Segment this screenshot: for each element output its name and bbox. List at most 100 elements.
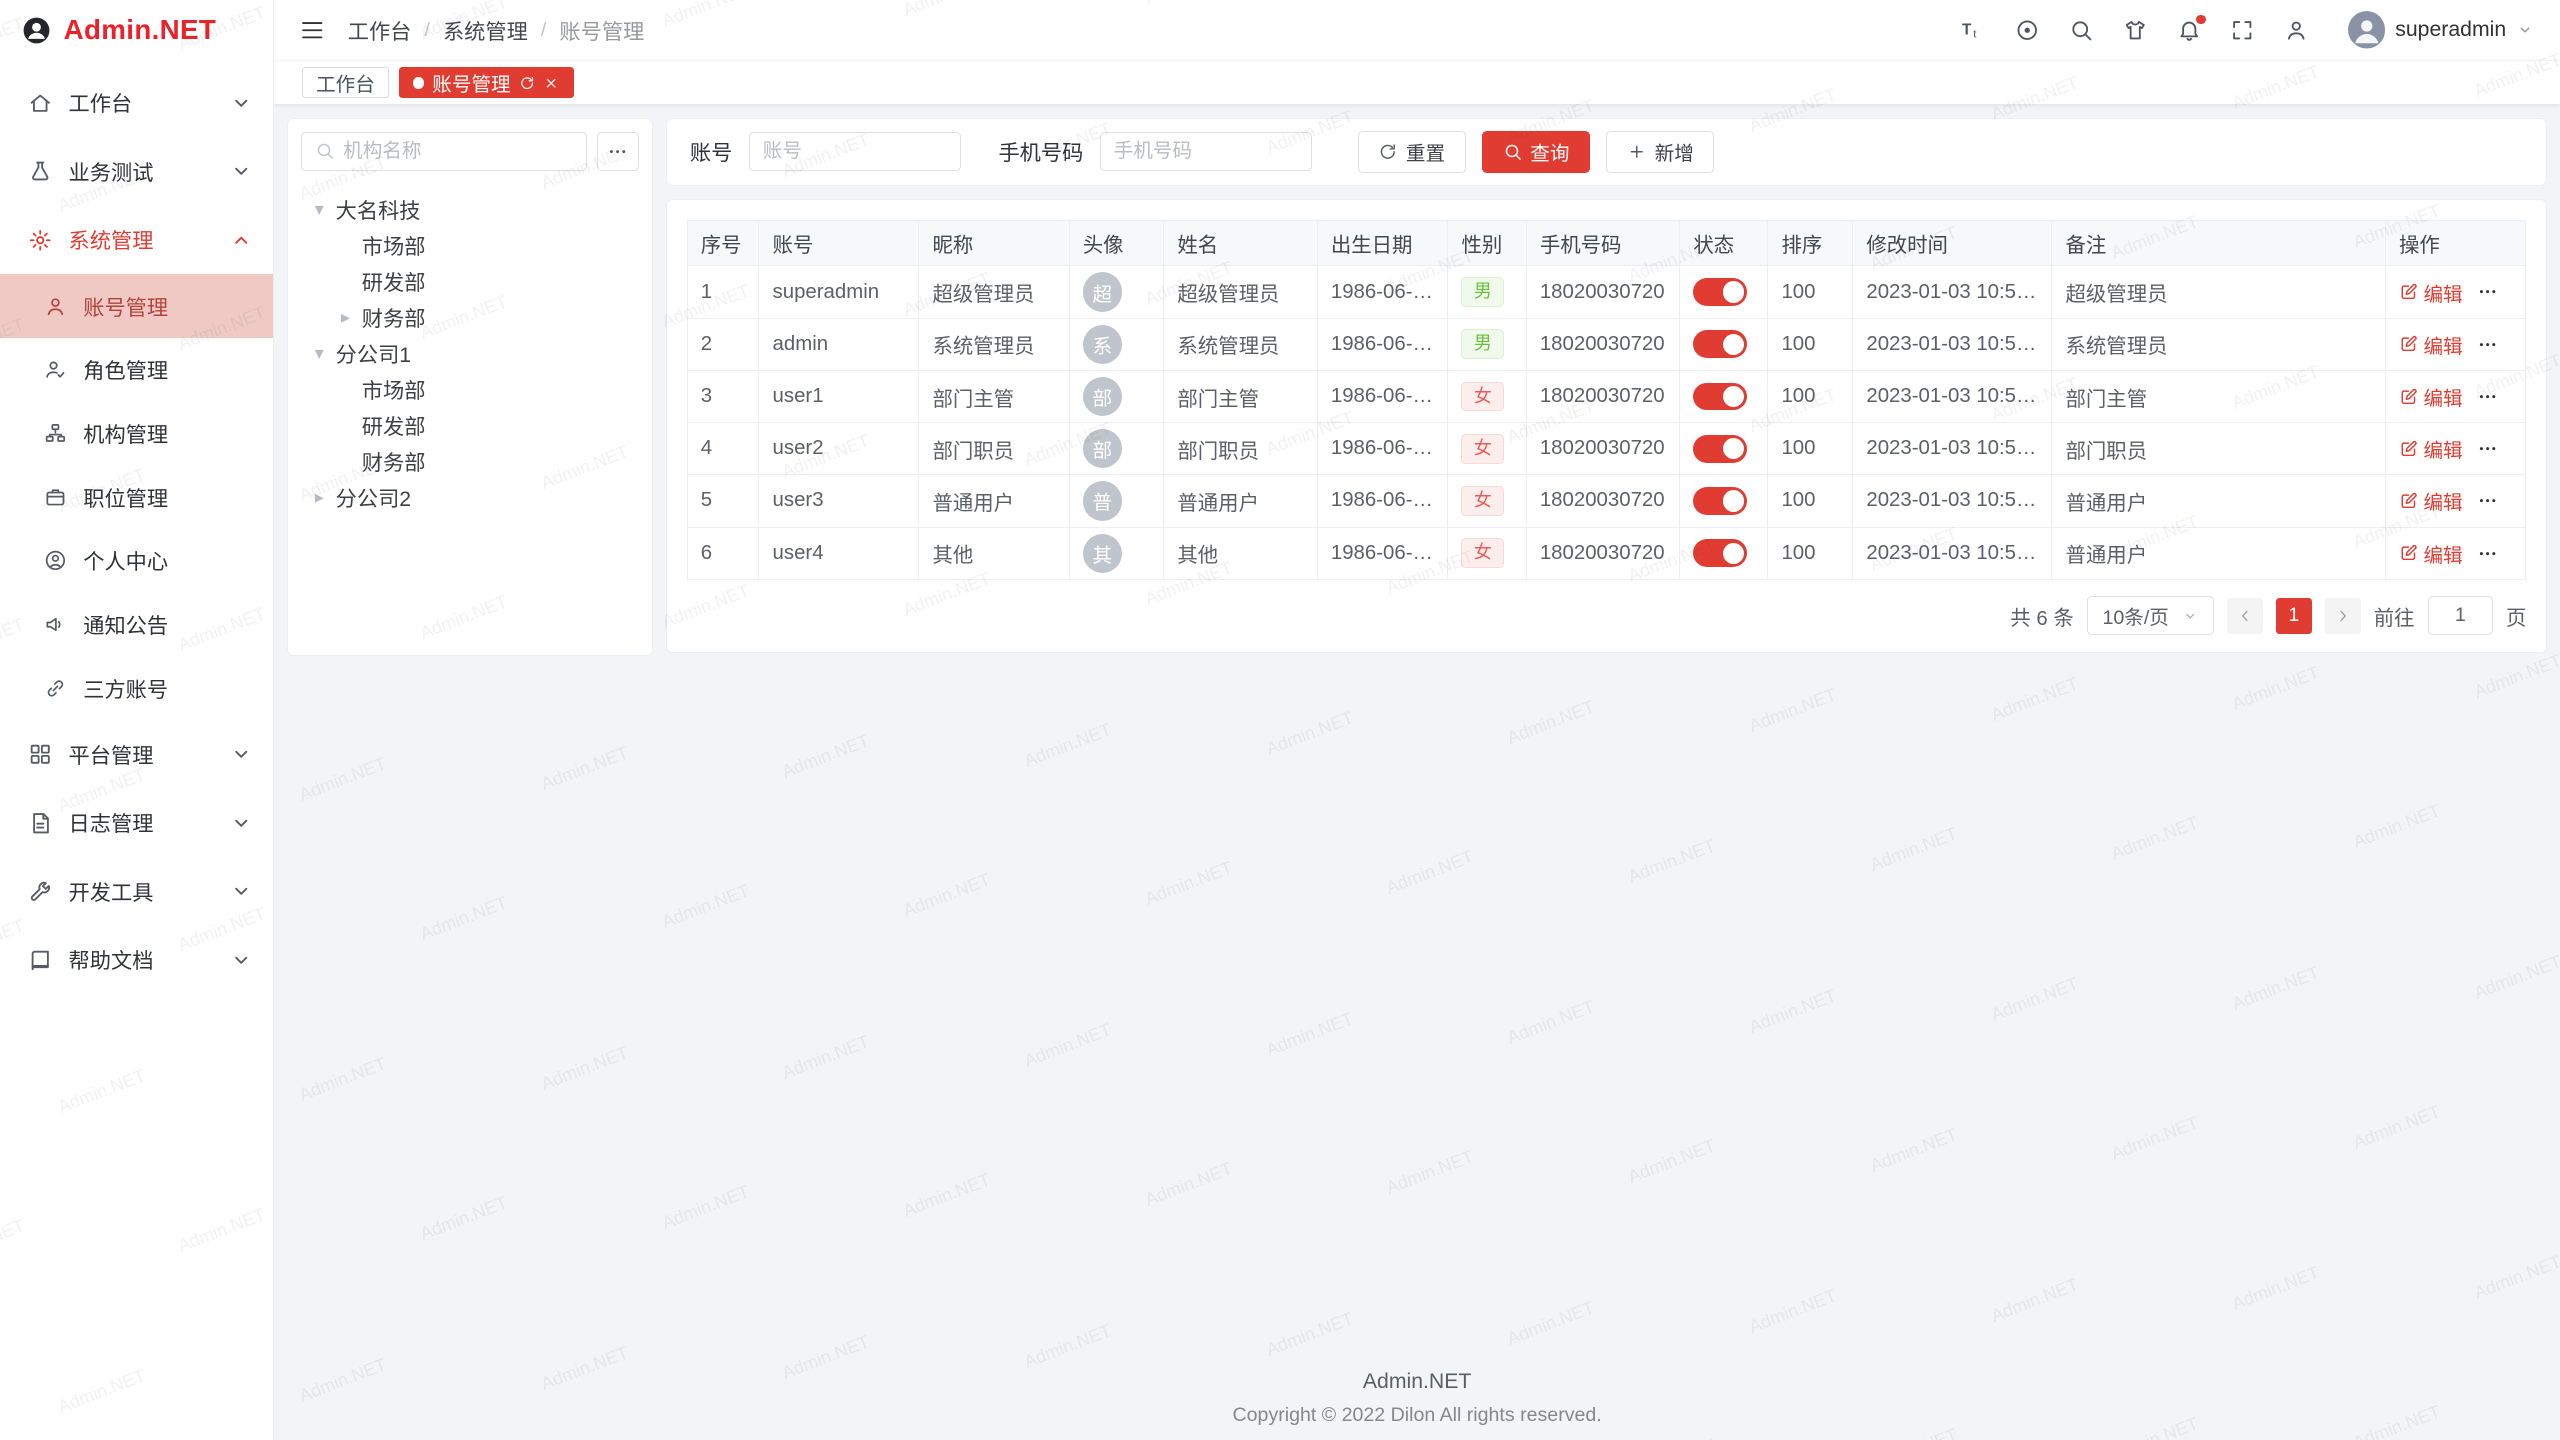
locale-icon[interactable] [2015,18,2039,42]
tree-node[interactable]: ▾大名科技 [301,192,639,228]
row-avatar: 普 [1083,481,1122,520]
row-more-button[interactable] [2477,281,2498,302]
edit-button[interactable]: 编辑 [2399,382,2463,411]
breadcrumb-item[interactable]: 系统管理 [443,15,528,46]
cell-phone: 18020030720 [1526,475,1679,527]
user-icon[interactable] [2284,18,2308,42]
sidebar-subitem-third-party-account[interactable]: 三方账号 [0,656,273,720]
tree-caret-icon[interactable]: ▾ [308,199,331,220]
font-size-icon[interactable]: Tt [1961,18,1985,42]
search-icon[interactable] [2069,18,2093,42]
sidebar-subitem-role-management[interactable]: 角色管理 [0,338,273,402]
tree-node[interactable]: 研发部 [301,407,639,443]
edit-button[interactable]: 编辑 [2399,486,2463,515]
table-row: 2 admin 系统管理员 系 系统管理员 1986-06-28 男 18020… [687,318,2526,370]
query-button[interactable]: 查询 [1482,131,1590,173]
sidebar-subitem-notice[interactable]: 通知公告 [0,593,273,657]
tab-workbench[interactable]: 工作台 [302,67,389,98]
row-more-button[interactable] [2477,334,2498,355]
org-search-input[interactable] [343,140,573,163]
svg-text:T: T [1962,21,1972,38]
row-more-button[interactable] [2477,543,2498,564]
sidebar-item-log-management[interactable]: 日志管理 [0,789,273,858]
next-page-button[interactable] [2325,598,2361,634]
tree-node[interactable]: ▸财务部 [301,300,639,336]
fullscreen-icon[interactable] [2230,18,2254,42]
sidebar-item-workbench[interactable]: 工作台 [0,69,273,138]
edit-button[interactable]: 编辑 [2399,330,2463,359]
cell-avatar: 普 [1069,475,1164,527]
cell-remark: 部门职员 [2052,423,2385,475]
cell-order: 100 [1768,318,1853,370]
status-toggle[interactable] [1693,539,1747,567]
page-1-button[interactable]: 1 [2276,598,2312,634]
goto-page-input[interactable] [2428,596,2493,635]
cell-birthday: 1986-06-28 [1317,266,1448,318]
tree-node[interactable]: ▸分公司2 [301,479,639,515]
sidebar-item-business-test[interactable]: 业务测试 [0,137,273,206]
sidebar-subitem-org-management[interactable]: 机构管理 [0,402,273,466]
sidebar-subitem-label: 个人中心 [83,545,253,576]
query-button-label: 查询 [1530,137,1569,166]
tree-node[interactable]: 财务部 [301,443,639,479]
breadcrumb-item[interactable]: 工作台 [348,15,412,46]
cell-order: 100 [1768,370,1853,422]
tree-caret-icon[interactable]: ▾ [308,343,331,364]
sidebar-item-dev-tools[interactable]: 开发工具 [0,857,273,926]
status-toggle[interactable] [1693,435,1747,463]
tree-node[interactable]: 研发部 [301,264,639,300]
cell-index: 4 [687,423,759,475]
logo-text: Admin.NET [64,14,216,46]
page-size-value: 10条/页 [2102,601,2168,630]
sidebar-subitem-position-management[interactable]: 职位管理 [0,465,273,529]
cell-birthday: 1986-06-28 [1317,318,1448,370]
status-toggle[interactable] [1693,278,1747,306]
tree-node[interactable]: 市场部 [301,372,639,408]
status-toggle[interactable] [1693,383,1747,411]
edit-button[interactable]: 编辑 [2399,434,2463,463]
status-toggle[interactable] [1693,487,1747,515]
org-tree-more-button[interactable] [597,132,639,171]
account-filter-input[interactable] [763,140,947,163]
prev-page-button[interactable] [2227,598,2263,634]
tree-caret-icon[interactable]: ▸ [308,487,331,508]
logo[interactable]: Admin.NET [0,0,273,60]
tab-account-management[interactable]: 账号管理 [399,67,574,98]
cell-status [1680,370,1768,422]
footer-copyright: Copyright © 2022 Dilon All rights reserv… [274,1404,2560,1427]
add-button[interactable]: 新增 [1606,131,1714,173]
breadcrumb-item[interactable]: 账号管理 [559,15,644,46]
page-size-select[interactable]: 10条/页 [2087,596,2214,635]
row-more-button[interactable] [2477,490,2498,511]
row-more-button[interactable] [2477,386,2498,407]
hamburger-icon[interactable] [300,18,324,42]
cell-actions: 编辑 [2385,527,2525,579]
gender-badge: 女 [1461,486,1504,516]
tree-node[interactable]: 市场部 [301,228,639,264]
sidebar-subitem-account-management[interactable]: 账号管理 [0,274,273,338]
row-more-button[interactable] [2477,438,2498,459]
theme-icon[interactable] [2123,18,2147,42]
phone-filter-input[interactable] [1114,140,1298,163]
sidebar-item-help-docs[interactable]: 帮助文档 [0,926,273,995]
more-icon [607,141,628,162]
edit-button[interactable]: 编辑 [2399,539,2463,568]
cell-actions: 编辑 [2385,423,2525,475]
account-filter-label: 账号 [690,136,732,167]
cell-account: admin [759,318,919,370]
bell-icon[interactable] [2177,18,2201,42]
refresh-icon [1378,142,1398,162]
cell-modified: 2023-01-03 10:59:44 [1853,527,2052,579]
log-icon [28,811,52,835]
edit-button[interactable]: 编辑 [2399,278,2463,307]
user-menu[interactable]: superadmin [2348,11,2534,49]
sidebar-item-system-management[interactable]: 系统管理 [0,206,273,275]
reset-button[interactable]: 重置 [1358,131,1466,173]
sidebar-subitem-personal-center[interactable]: 个人中心 [0,529,273,593]
status-toggle[interactable] [1693,330,1747,358]
tree-caret-icon[interactable]: ▸ [334,307,357,328]
tree-node[interactable]: ▾分公司1 [301,336,639,372]
cell-avatar: 部 [1069,423,1164,475]
sidebar-item-platform-management[interactable]: 平台管理 [0,720,273,789]
cell-modified: 2023-01-03 10:59:44 [1853,370,2052,422]
